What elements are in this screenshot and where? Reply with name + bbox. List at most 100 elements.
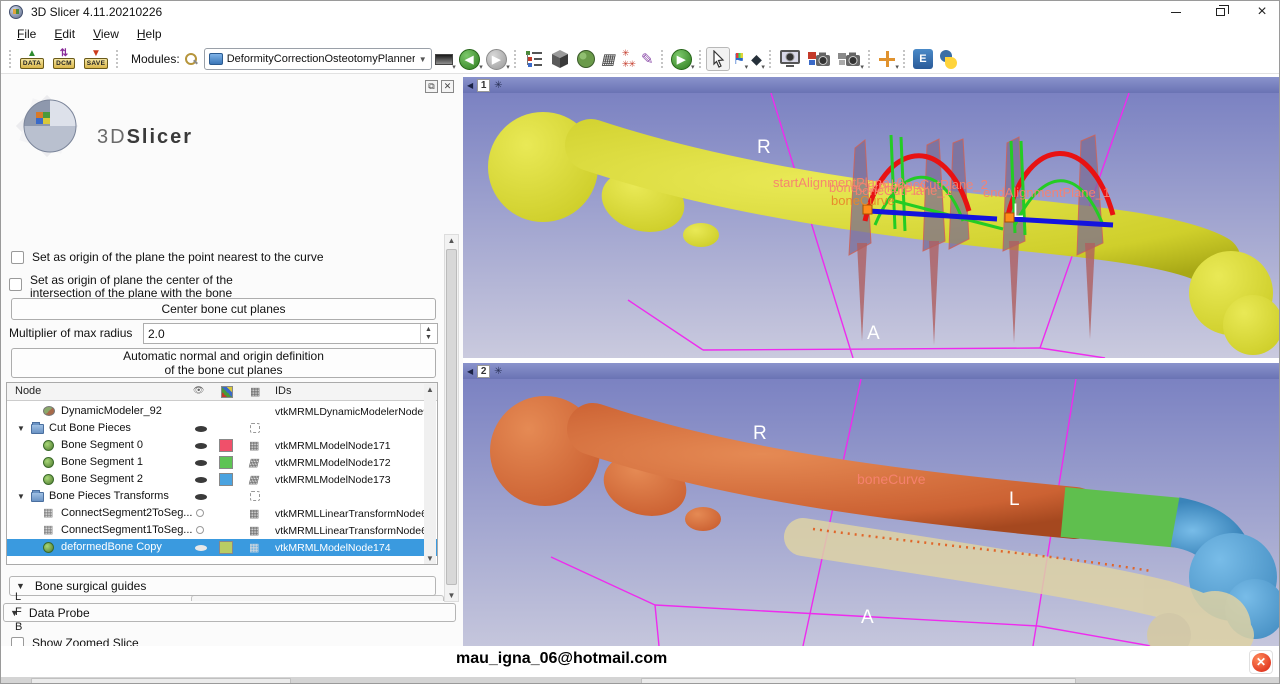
visibility-off-icon[interactable] <box>196 526 204 534</box>
visibility-off-icon[interactable] <box>196 509 204 517</box>
ids-column-header[interactable]: IDs <box>275 385 292 397</box>
table-row[interactable]: ▦ ConnectSegment2ToSeg... ▦ vtkMRMLLinea… <box>7 505 437 522</box>
color-column-icon[interactable] <box>221 386 233 398</box>
transform-grid-icon[interactable]: ▦ <box>249 541 259 554</box>
checkbox[interactable] <box>9 278 22 291</box>
markups-module-button[interactable]: ✳✳✳ <box>620 46 637 72</box>
bone-surgical-guides-section[interactable]: ▼ Bone surgical guides <box>9 576 436 596</box>
place-mode-options-button[interactable]: ◆ ▾ <box>749 46 764 72</box>
transform-column-icon[interactable]: ▦ <box>250 385 260 398</box>
screenshot-button[interactable] <box>777 46 803 72</box>
subject-hierarchy-module-button[interactable] <box>522 46 546 72</box>
toolbar-grip[interactable] <box>698 49 703 69</box>
visibility-eye-icon[interactable] <box>195 443 207 449</box>
transform-grid-icon[interactable]: ▦ <box>249 524 259 537</box>
table-row[interactable]: ▼ Bone Pieces Transforms <box>7 488 437 505</box>
toolbar-grip[interactable] <box>513 49 518 69</box>
load-data-button[interactable]: ▲ DATA <box>17 46 47 72</box>
module-history-back-button[interactable]: ◀ ▾ <box>457 46 482 72</box>
close-button[interactable]: × <box>1245 1 1279 23</box>
maximize-button[interactable] <box>1203 1 1237 23</box>
transform-grid-icon[interactable]: ▦ <box>247 473 261 486</box>
visibility-eye-icon[interactable] <box>195 477 207 483</box>
table-row[interactable]: DynamicModeler_92 vtkMRMLDynamicModelerN… <box>7 403 437 420</box>
module-search-icon[interactable] <box>184 52 198 66</box>
undock-panel-button[interactable]: ⧉ <box>425 80 438 93</box>
segmentations-module-button[interactable] <box>574 46 598 72</box>
menu-file[interactable]: File <box>9 25 44 43</box>
scroll-down-icon[interactable]: ▼ <box>424 554 436 563</box>
threed-view-1[interactable]: ◀ 1 ✳ <box>463 77 1280 358</box>
mouse-interaction-mode-button[interactable] <box>706 47 730 71</box>
view2-canvas[interactable]: R L A boneCurve <box>463 379 1280 646</box>
view2-header-bar[interactable]: ◀ 2 ✳ <box>463 363 1280 379</box>
module-history-forward-button[interactable]: ▶ ▾ <box>484 46 509 72</box>
center-intersection-checkbox-row[interactable]: Set as origin of plane the center of the… <box>9 274 439 300</box>
close-panel-button[interactable]: ✕ <box>441 80 454 93</box>
python-console-button[interactable] <box>937 46 960 72</box>
visibility-column-icon[interactable]: 👁 <box>193 385 204 396</box>
color-swatch[interactable] <box>219 456 233 469</box>
expand-arrow-icon[interactable]: ▼ <box>17 424 25 433</box>
threed-view-2[interactable]: ◀ 2 ✳ <box>463 363 1280 646</box>
transform-grid-icon[interactable]: ▦ <box>249 507 259 520</box>
scroll-up-icon[interactable]: ▲ <box>424 385 436 394</box>
menu-help[interactable]: Help <box>129 25 170 43</box>
dashed-transform-icon[interactable] <box>250 491 260 501</box>
annotations-module-button[interactable]: ✎ <box>639 46 656 72</box>
menu-edit[interactable]: Edit <box>46 25 83 43</box>
view1-canvas[interactable]: R L A startAlignmentPlane_0 boneCutPlane… <box>463 93 1280 358</box>
dashed-transform-icon[interactable] <box>250 423 260 433</box>
table-row[interactable]: Bone Segment 1 ▦ vtkMRMLModelNode172 <box>7 454 437 471</box>
data-probe-section[interactable]: ▼ Data Probe <box>3 603 456 622</box>
tree-scrollbar[interactable]: ▲ ▼ <box>424 384 436 564</box>
view-options-icon[interactable]: ✳ <box>494 366 502 377</box>
visibility-eye-icon[interactable] <box>195 426 207 432</box>
layout-selector-button[interactable]: ▾ <box>433 46 455 72</box>
pin-icon[interactable]: ◀ <box>467 367 473 376</box>
scroll-up-icon[interactable]: ▲ <box>445 236 458 245</box>
toolbar-grip[interactable] <box>660 49 665 69</box>
menu-view[interactable]: View <box>85 25 127 43</box>
place-markup-button[interactable]: ⚑ ▾ <box>731 46 748 72</box>
visibility-eye-icon[interactable] <box>195 494 207 500</box>
table-row-selected[interactable]: deformedBone Copy ▦ vtkMRMLModelNode174 <box>7 539 437 556</box>
color-swatch[interactable] <box>219 439 233 452</box>
save-button[interactable]: ▼ SAVE <box>81 46 111 72</box>
table-row[interactable]: Bone Segment 0 ▦ vtkMRMLModelNode171 <box>7 437 437 454</box>
scroll-down-icon[interactable]: ▼ <box>445 591 458 600</box>
multiplier-input[interactable] <box>148 324 408 343</box>
minimize-button[interactable] <box>1159 1 1193 23</box>
transform-grid-icon[interactable]: ▦ <box>249 439 259 452</box>
transforms-module-button[interactable]: ▦ <box>600 46 618 72</box>
table-row[interactable]: ▦ ConnectSegment1ToSeg... ▦ vtkMRMLLinea… <box>7 522 437 539</box>
scrollbar-thumb[interactable] <box>446 249 457 585</box>
restore-scene-view-button[interactable]: ▾ <box>835 46 863 72</box>
color-swatch[interactable] <box>219 473 233 486</box>
nearest-point-checkbox-row[interactable]: Set as origin of the plane the point nea… <box>11 251 441 264</box>
sequences-play-button[interactable]: ▶ ▾ <box>669 46 694 72</box>
toolbar-grip[interactable] <box>867 49 872 69</box>
pin-icon[interactable]: ◀ <box>467 81 473 90</box>
center-bone-cut-planes-button[interactable]: Center bone cut planes <box>11 298 436 320</box>
color-swatch[interactable] <box>219 541 233 554</box>
toolbar-grip[interactable] <box>768 49 773 69</box>
toolbar-grip[interactable] <box>115 49 120 69</box>
models-module-button[interactable] <box>548 46 572 72</box>
transform-grid-icon[interactable]: ▦ <box>247 456 261 469</box>
panel-scrollbar[interactable]: ▲ ▼ <box>444 234 459 602</box>
error-log-button[interactable]: ✕ <box>1249 650 1273 674</box>
extensions-manager-button[interactable]: E <box>911 46 935 72</box>
view-options-icon[interactable]: ✳ <box>494 80 502 91</box>
module-selector-combo[interactable]: DeformityCorrectionOsteotomyPlanner ▼ <box>204 48 432 70</box>
toolbar-grip[interactable] <box>902 49 907 69</box>
tree-header[interactable]: Node 👁 ▦ IDs <box>7 383 437 401</box>
crosshair-button[interactable]: ▾ <box>876 46 898 72</box>
visibility-eye-icon[interactable] <box>195 460 207 466</box>
checkbox[interactable] <box>11 251 24 264</box>
dicom-button[interactable]: ⇅ DCM <box>49 46 79 72</box>
toolbar-grip[interactable] <box>8 49 13 69</box>
table-row[interactable]: ▼ Cut Bone Pieces <box>7 420 437 437</box>
visibility-eye-icon[interactable] <box>195 545 207 551</box>
expand-arrow-icon[interactable]: ▼ <box>17 492 25 501</box>
